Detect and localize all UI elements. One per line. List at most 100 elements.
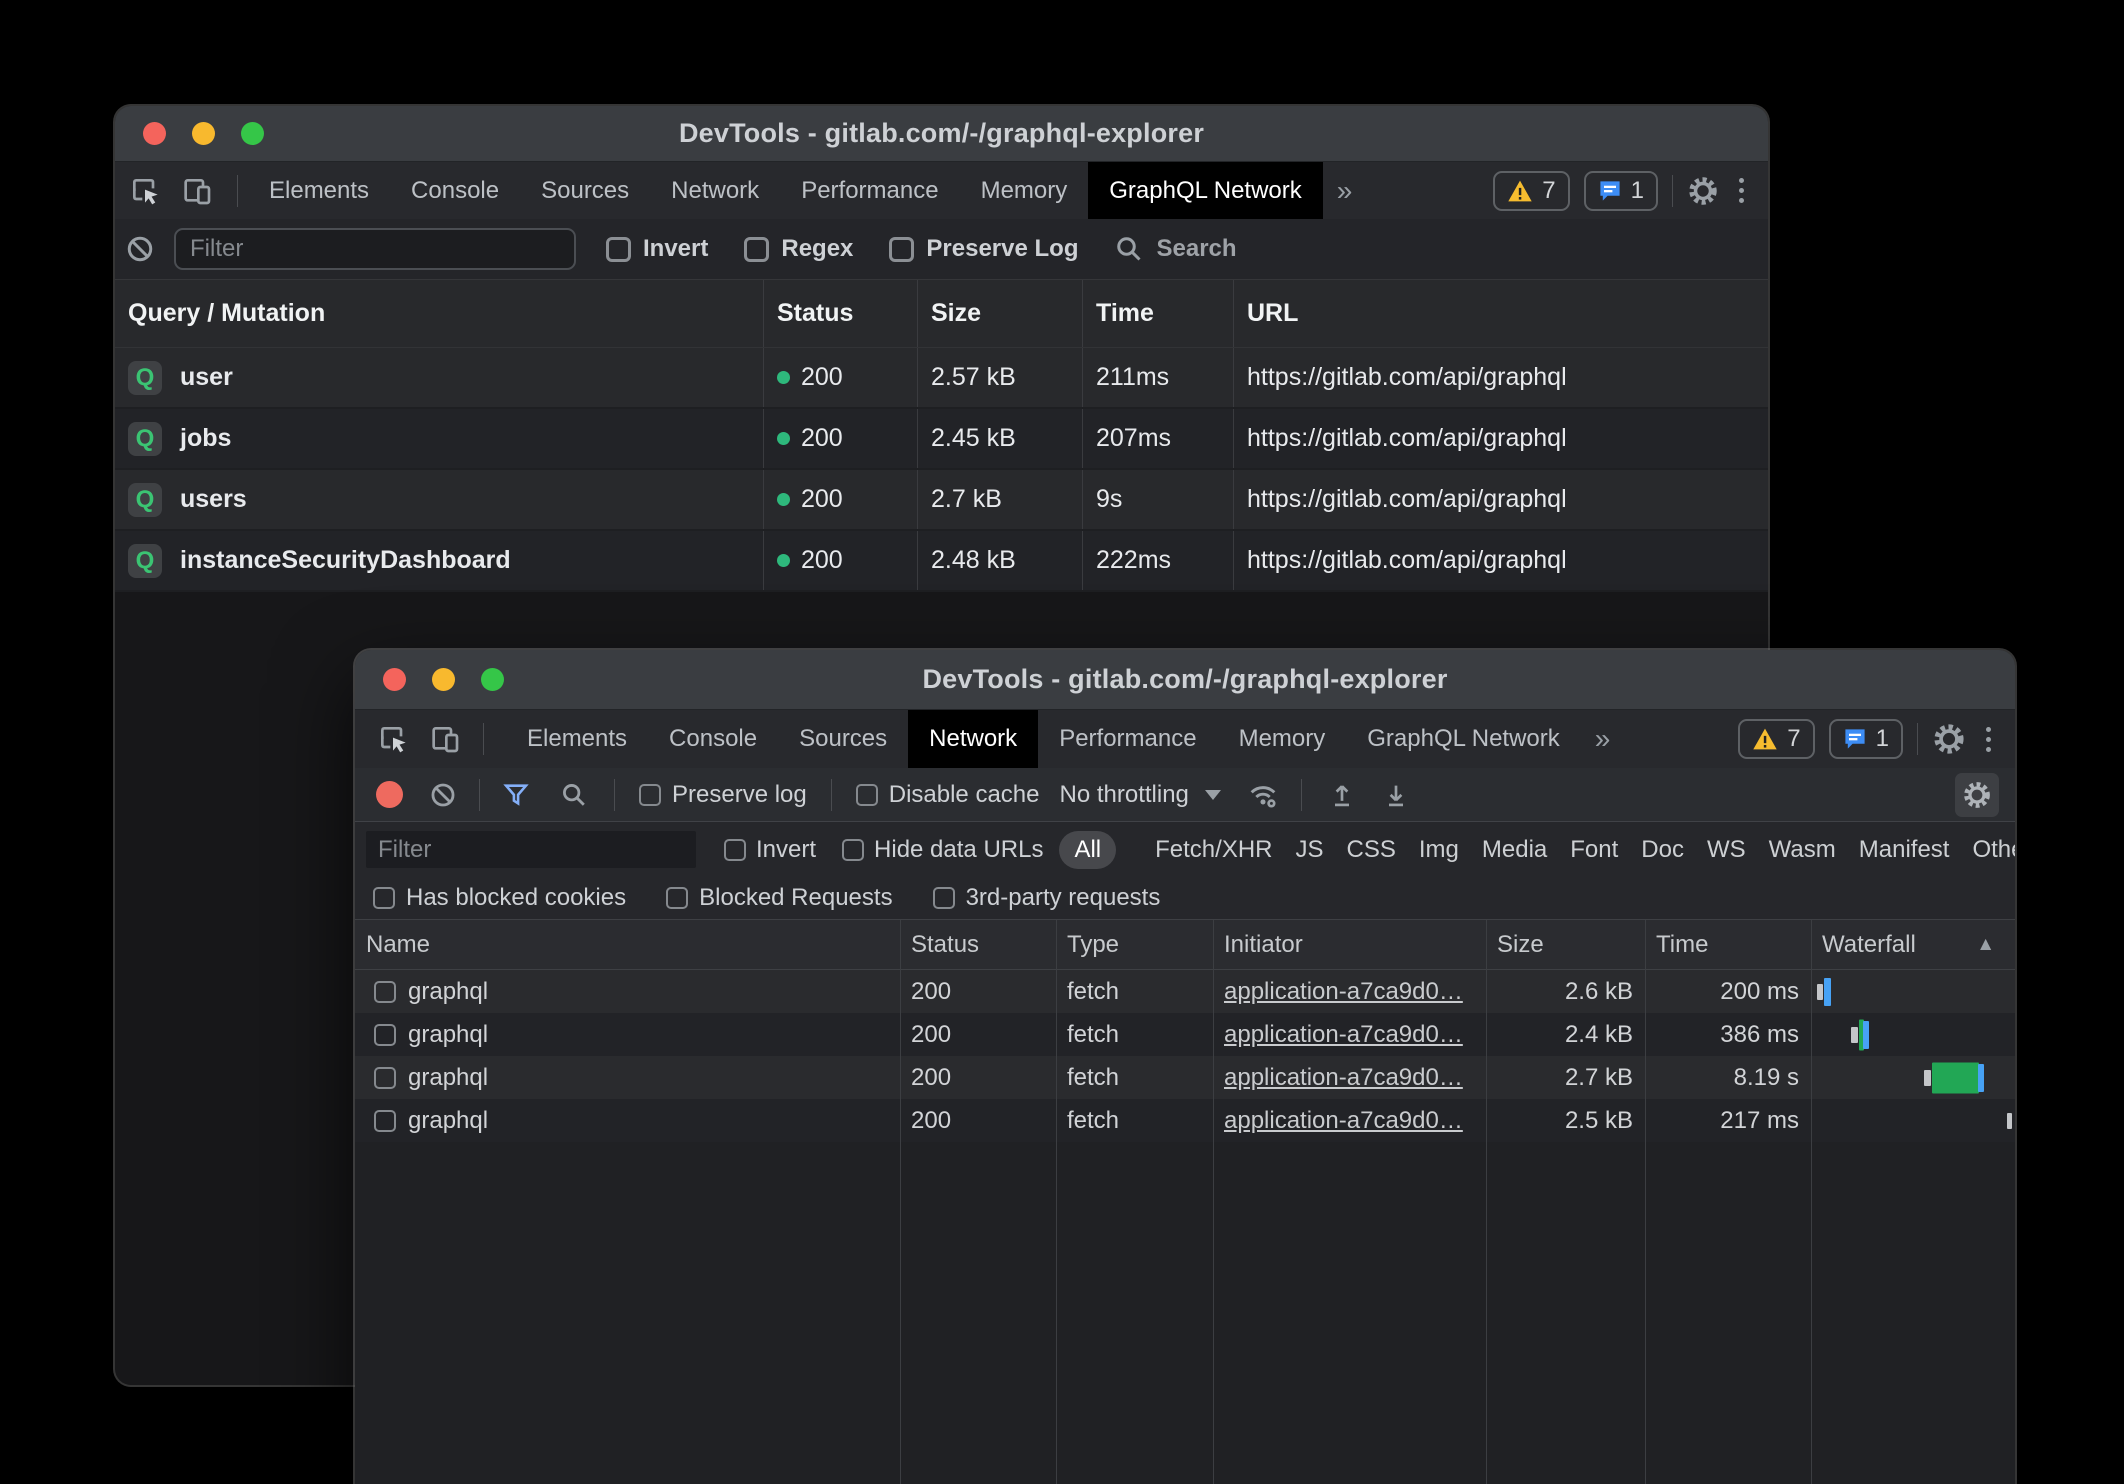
tab-memory[interactable]: Memory (960, 162, 1089, 219)
row-checkbox[interactable] (374, 1110, 396, 1132)
type-filter-font[interactable]: Font (1570, 836, 1618, 864)
status-code: 200 (801, 546, 843, 575)
column-header-size[interactable]: Size (918, 280, 1083, 347)
record-icon[interactable] (376, 781, 403, 808)
filter-funnel-icon[interactable] (502, 781, 530, 809)
tab-network[interactable]: Network (650, 162, 780, 219)
blocked-requests-checkbox[interactable] (666, 887, 688, 909)
search-icon[interactable] (560, 781, 588, 809)
more-options-icon[interactable] (1733, 178, 1750, 203)
more-tabs-icon[interactable]: » (1323, 162, 1367, 219)
settings-gear-icon[interactable] (1932, 722, 1966, 756)
more-tabs-icon[interactable]: » (1581, 710, 1625, 768)
more-options-icon[interactable] (1980, 727, 1997, 752)
tab-sources[interactable]: Sources (778, 710, 908, 768)
title-bar[interactable]: DevTools - gitlab.com/-/graphql-explorer (115, 106, 1768, 162)
device-toolbar-icon[interactable] (429, 723, 461, 755)
message-badge[interactable]: 1 (1584, 171, 1658, 211)
title-bar[interactable]: DevTools - gitlab.com/-/graphql-explorer (355, 650, 2015, 710)
time-value: 211ms (1083, 348, 1234, 407)
disable-cache-checkbox[interactable] (856, 784, 878, 806)
type-filter-manifest[interactable]: Manifest (1859, 836, 1950, 864)
inspect-icon[interactable] (377, 723, 409, 755)
third-party-requests-checkbox[interactable] (933, 887, 955, 909)
preserve-log-checkbox[interactable] (889, 237, 914, 262)
request-row[interactable]: graphql 200 fetch application-a7ca9d0… 2… (355, 1013, 2015, 1056)
column-header-waterfall[interactable]: Waterfall ▲ (1811, 920, 2015, 969)
request-row[interactable]: graphql 200 fetch application-a7ca9d0… 2… (355, 1056, 2015, 1099)
window-title: DevTools - gitlab.com/-/graphql-explorer (355, 664, 2015, 695)
row-checkbox[interactable] (374, 1067, 396, 1089)
warning-badge[interactable]: 7 (1493, 171, 1569, 211)
type-filter-all[interactable]: All (1059, 831, 1116, 869)
table-row[interactable]: Q instanceSecurityDashboard 200 2.48 kB … (115, 531, 1768, 592)
tab-console[interactable]: Console (390, 162, 520, 219)
invert-checkbox[interactable] (724, 839, 746, 861)
row-checkbox[interactable] (374, 981, 396, 1003)
message-badge[interactable]: 1 (1829, 719, 1903, 759)
type-filter-doc[interactable]: Doc (1641, 836, 1684, 864)
row-checkbox[interactable] (374, 1024, 396, 1046)
clear-icon[interactable] (125, 234, 155, 264)
tab-graphql-network[interactable]: GraphQL Network (1088, 162, 1323, 219)
type-filter-img[interactable]: Img (1419, 836, 1459, 864)
filter-input[interactable] (174, 228, 576, 270)
query-name: user (180, 363, 233, 392)
column-header-time[interactable]: Time (1083, 280, 1234, 347)
tab-memory[interactable]: Memory (1218, 710, 1347, 768)
tab-sources[interactable]: Sources (520, 162, 650, 219)
type-filter-wasm[interactable]: Wasm (1769, 836, 1836, 864)
request-row[interactable]: graphql 200 fetch application-a7ca9d0… 2… (355, 1099, 2015, 1142)
throttling-select[interactable]: No throttling (1059, 781, 1220, 809)
settings-gear-icon[interactable] (1687, 175, 1719, 207)
warning-badge[interactable]: 7 (1738, 719, 1814, 759)
type-filter-css[interactable]: CSS (1347, 836, 1396, 864)
initiator-link[interactable]: application-a7ca9d0… (1224, 1107, 1463, 1135)
type-filter-media[interactable]: Media (1482, 836, 1547, 864)
search-icon[interactable] (1114, 234, 1144, 264)
type-filter-other[interactable]: Other (1972, 836, 2015, 864)
import-har-icon[interactable] (1328, 781, 1356, 809)
column-header-type[interactable]: Type (1056, 920, 1213, 969)
device-toolbar-icon[interactable] (181, 175, 213, 207)
initiator-link[interactable]: application-a7ca9d0… (1224, 978, 1463, 1006)
preserve-log-checkbox[interactable] (639, 784, 661, 806)
network-settings-button[interactable] (1955, 773, 1999, 817)
initiator-link[interactable]: application-a7ca9d0… (1224, 1064, 1463, 1092)
table-row[interactable]: Q jobs 200 2.45 kB 207ms https://gitlab.… (115, 409, 1768, 470)
column-header-status[interactable]: Status (764, 280, 918, 347)
column-header-initiator[interactable]: Initiator (1213, 920, 1486, 969)
warning-count: 7 (1542, 177, 1555, 205)
column-header-status[interactable]: Status (900, 920, 1056, 969)
column-header-name[interactable]: Name (355, 920, 900, 969)
inspect-icon[interactable] (129, 175, 161, 207)
filter-input[interactable] (366, 831, 696, 868)
message-count: 1 (1631, 177, 1644, 205)
column-header-time[interactable]: Time (1645, 920, 1811, 969)
tab-performance[interactable]: Performance (1038, 710, 1217, 768)
export-har-icon[interactable] (1382, 781, 1410, 809)
invert-checkbox[interactable] (606, 237, 631, 262)
table-row[interactable]: Q users 200 2.7 kB 9s https://gitlab.com… (115, 470, 1768, 531)
type-filter-js[interactable]: JS (1296, 836, 1324, 864)
type-filter-fetch-xhr[interactable]: Fetch/XHR (1155, 836, 1272, 864)
network-conditions-icon[interactable] (1247, 779, 1279, 811)
hide-data-urls-checkbox[interactable] (842, 839, 864, 861)
request-row[interactable]: graphql 200 fetch application-a7ca9d0… 2… (355, 970, 2015, 1013)
tab-elements[interactable]: Elements (248, 162, 390, 219)
tab-performance[interactable]: Performance (780, 162, 959, 219)
column-header-query-mutation[interactable]: Query / Mutation (115, 280, 764, 347)
regex-checkbox[interactable] (744, 237, 769, 262)
type-filter-ws[interactable]: WS (1707, 836, 1746, 864)
tab-network[interactable]: Network (908, 710, 1038, 768)
size-value: 2.57 kB (918, 348, 1083, 407)
tab-elements[interactable]: Elements (506, 710, 648, 768)
column-header-url[interactable]: URL (1234, 280, 1768, 347)
table-row[interactable]: Q user 200 2.57 kB 211ms https://gitlab.… (115, 348, 1768, 409)
tab-console[interactable]: Console (648, 710, 778, 768)
has-blocked-cookies-checkbox[interactable] (373, 887, 395, 909)
clear-icon[interactable] (429, 781, 457, 809)
initiator-link[interactable]: application-a7ca9d0… (1224, 1021, 1463, 1049)
column-header-size[interactable]: Size (1486, 920, 1645, 969)
tab-graphql-network[interactable]: GraphQL Network (1346, 710, 1581, 768)
